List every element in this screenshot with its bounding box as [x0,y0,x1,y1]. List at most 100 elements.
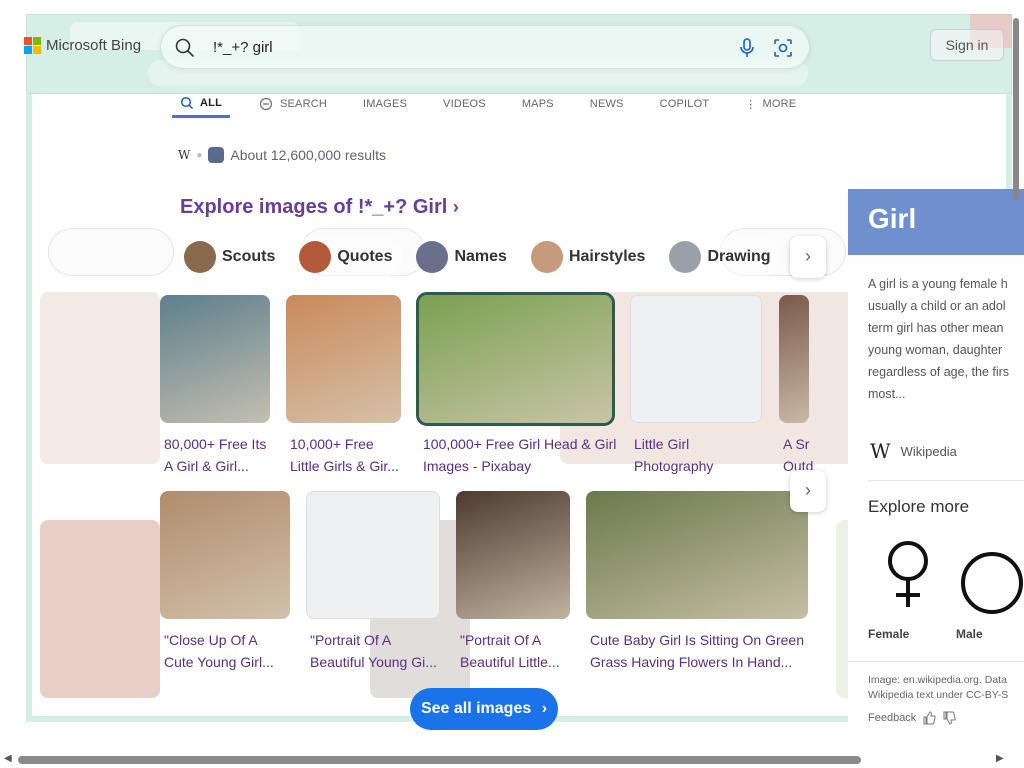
tab-label: MORE [762,98,797,110]
panel-credit-line: Wikipedia text under CC-BY-S [868,689,1009,701]
panel-description-line: usually a child or an adol [868,299,1006,313]
scroll-right-arrow-icon[interactable]: ▶ [996,753,1004,764]
bing-logo[interactable]: Microsoft Bing [24,37,141,54]
search-icon[interactable] [173,36,197,60]
carousel-next-button[interactable]: › [790,470,826,512]
image-thumbnail[interactable] [160,491,290,619]
tab-copilot[interactable]: COPILOT [652,90,718,118]
thumbs-up-icon[interactable] [922,711,936,725]
image-caption[interactable]: Cute Baby Girl Is Sitting On Green [590,629,836,651]
chip-thumbnail [299,241,332,273]
panel-title: Girl [868,203,917,234]
chip-label: Scouts [222,248,276,265]
horizontal-scrollbar-thumb[interactable] [18,756,861,764]
tab-label: SEARCH [279,98,328,110]
image-caption[interactable]: 100,000+ Free Girl Head & Girl [423,433,640,455]
image-caption[interactable]: "Portrait Of A [310,629,468,651]
tab-label: NEWS [589,98,624,110]
browser-viewport: Microsoft Bing !*_+? girl Sign in ALL SEA… [0,0,1024,768]
image-caption[interactable]: Little Girl [634,433,790,455]
tab-label: ALL [200,96,222,109]
image-caption[interactable]: A Sr [783,433,843,455]
chips-next-button[interactable]: › [790,236,826,278]
image-caption[interactable]: Little Girls & Gir... [290,455,429,477]
brand-name: Microsoft Bing [46,37,142,54]
image-thumbnail[interactable] [416,292,615,426]
image-caption[interactable]: "Close Up Of A [164,629,318,651]
image-caption[interactable]: Cute Young Girl... [164,651,318,673]
male-symbol-icon[interactable] [960,551,1024,615]
panel-description-line: young woman, daughter [868,343,1003,357]
divider [868,480,1024,481]
related-chip[interactable]: Scouts [180,236,286,278]
symbol-label-female[interactable]: Female [868,627,909,641]
image-thumbnail[interactable] [586,491,808,619]
feedback-link[interactable]: Feedback [868,712,916,724]
image-caption[interactable]: Photography [634,455,790,477]
tab-label: COPILOT [659,98,710,110]
tab-more[interactable]: ⋮ MORE [737,90,804,118]
logo-square-green [33,37,41,45]
chip-thumbnail [530,241,563,273]
see-all-images-button[interactable]: See all images › [410,688,558,730]
panel-credit: Image: en.wikipedia.org. Data Wikipedia … [868,673,1008,703]
chip-label: Quotes [337,248,393,265]
results-count: About 12,600,000 results [230,147,387,163]
logo-square-yellow [33,46,41,54]
knowledge-panel: Girl A girl is a young female h usually a… [848,189,1024,740]
symbol-label-male[interactable]: Male [956,627,983,641]
search-box[interactable]: !*_+? girl [160,25,810,69]
separator-dot-icon: ● [196,149,203,161]
image-caption[interactable]: Beautiful Young Gi... [310,651,468,673]
image-thumbnail[interactable] [456,491,570,619]
scroll-left-arrow-icon[interactable]: ◀ [4,753,12,764]
chip-thumbnail [416,241,449,273]
tab-maps[interactable]: MAPS [514,90,562,118]
female-symbol-icon[interactable] [882,539,934,613]
image-thumbnail[interactable] [779,295,809,423]
related-chip[interactable]: Drawing [665,236,781,278]
image-caption[interactable]: "Portrait Of A [460,629,598,651]
panel-description-line: most... [868,387,906,401]
explore-images-title: Explore images of !*_+? Girl [180,196,448,218]
image-thumbnail[interactable] [630,295,762,423]
panel-source-link[interactable]: W Wikipedia [870,439,957,463]
ghost-frame-left [26,94,32,720]
tab-search[interactable]: SEARCH [250,90,335,118]
tab-all[interactable]: ALL [172,90,230,118]
ghost-photo [40,520,160,698]
related-chip[interactable]: Hairstyles [526,236,656,278]
tab-label: VIDEOS [443,98,486,110]
panel-description: A girl is a young female h usually a chil… [868,273,1024,405]
related-chip[interactable]: Names [412,236,517,278]
image-thumbnail[interactable] [306,491,440,619]
related-chip[interactable]: Quotes [295,236,403,278]
explore-images-link[interactable]: Explore images of !*_+? Girl › [180,196,459,219]
sign-in-button[interactable]: Sign in [930,29,1004,61]
chevron-right-icon: › [452,197,459,217]
explore-more-heading: Explore more [868,497,970,516]
microphone-icon[interactable] [735,36,759,60]
chevron-right-icon: › [541,700,548,717]
vertical-scrollbar-thumb[interactable] [1013,18,1019,200]
tab-images[interactable]: IMAGES [355,90,415,118]
tab-label: IMAGES [363,98,408,110]
image-caption[interactable]: A Girl & Girl... [164,455,298,477]
wikipedia-icon: W [870,439,891,463]
image-caption[interactable]: Beautiful Little... [460,651,598,673]
image-thumbnail[interactable] [286,295,401,423]
visual-search-icon[interactable] [771,36,795,60]
chip-thumbnail [669,241,702,273]
thumbs-down-icon[interactable] [942,711,956,725]
image-caption[interactable]: 10,000+ Free [290,433,429,455]
tab-news[interactable]: NEWS [582,90,632,118]
microsoft-logo-icon [24,37,41,54]
image-caption[interactable]: 80,000+ Free Its [164,433,298,455]
image-caption[interactable]: Grass Having Flowers In Hand... [590,651,836,673]
search-query[interactable]: !*_+? girl [213,39,273,56]
see-all-images-label: See all images [420,700,532,717]
image-thumbnail[interactable] [160,295,270,423]
panel-description-line: term girl has other mean [868,321,1004,335]
tab-videos[interactable]: VIDEOS [435,90,494,118]
image-caption[interactable]: Images - Pixabay [423,455,640,477]
